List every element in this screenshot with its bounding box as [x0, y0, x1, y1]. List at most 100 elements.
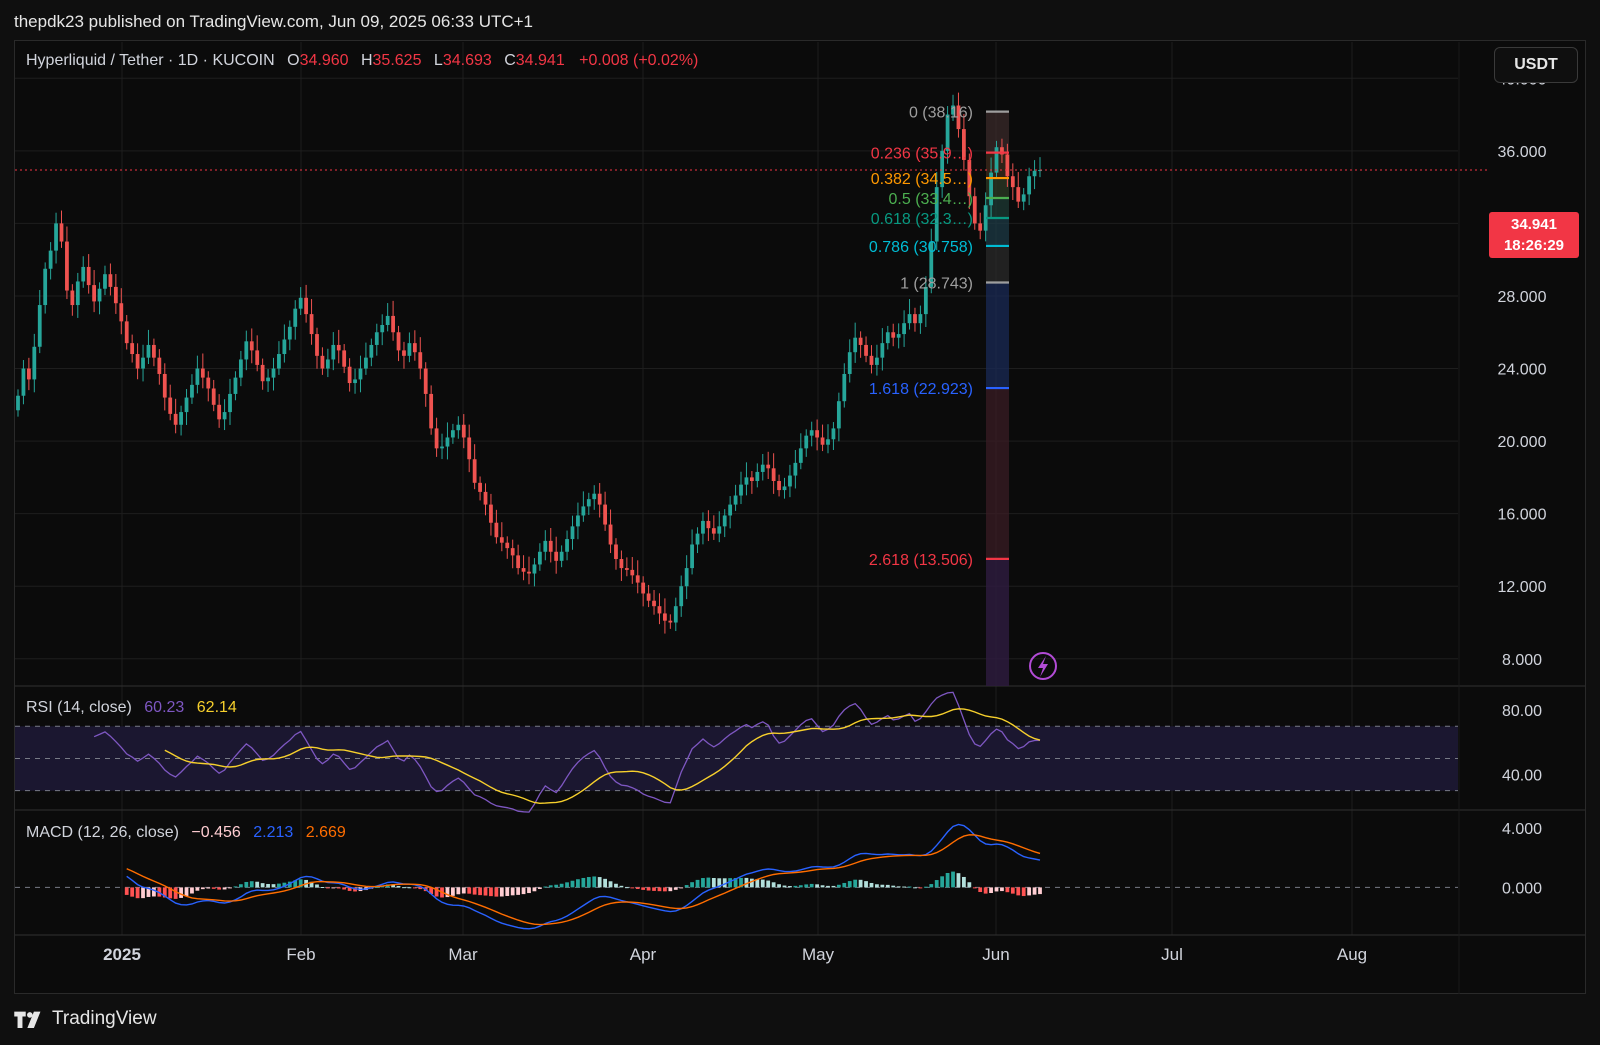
candle-body	[271, 368, 276, 378]
time-axis-label: Jun	[982, 945, 1009, 964]
candle-body	[374, 332, 379, 345]
candle-body	[152, 344, 156, 358]
macd-histogram-bar	[467, 887, 472, 894]
candle-body	[690, 544, 694, 569]
candle-body	[896, 334, 901, 338]
candle-body	[782, 486, 787, 491]
candle-body	[483, 491, 488, 505]
candle-body	[282, 339, 287, 355]
macd-histogram-bar	[200, 887, 205, 890]
footer-brand-name: TradingView	[52, 1008, 157, 1029]
macd-histogram-bar	[836, 884, 841, 888]
macd-histogram-bar	[929, 884, 934, 888]
macd-legend: MACD (12, 26, close) −0.456 2.213 2.669	[26, 824, 348, 842]
candle-body	[744, 477, 749, 485]
candle-body	[592, 493, 597, 500]
fib-level-label: 1 (28.743)	[900, 275, 973, 292]
candle-body	[771, 468, 776, 482]
macd-histogram-bar	[695, 879, 700, 888]
open-label: O	[287, 52, 300, 69]
macd-histogram-bar	[124, 887, 129, 895]
candle-body	[673, 606, 678, 623]
candle-body	[418, 352, 423, 369]
candle-body	[668, 620, 673, 623]
macd-histogram-bar	[499, 887, 504, 897]
candle-body	[788, 475, 792, 487]
price-tick-label: 28.000	[1498, 289, 1547, 306]
candle-body	[315, 334, 319, 356]
fib-band	[986, 245, 1009, 283]
candle-body	[1016, 187, 1021, 202]
macd-histogram-bar	[956, 873, 961, 888]
candle-body	[472, 459, 477, 483]
macd-histogram-bar	[864, 881, 868, 888]
macd-histogram-bar	[325, 887, 330, 889]
candle-body	[141, 357, 145, 369]
candle-body	[190, 384, 194, 398]
macd-histogram-bar	[706, 877, 711, 888]
candle-body	[293, 308, 298, 327]
macd-histogram-bar	[766, 880, 771, 888]
candle-body	[331, 344, 336, 360]
macd-histogram-bar	[206, 887, 211, 889]
candle-body	[527, 571, 531, 574]
fib-band	[986, 217, 1009, 246]
candle-body	[97, 288, 102, 302]
macd-histogram-bar	[396, 885, 401, 888]
macd-histogram-bar	[342, 887, 347, 890]
macd-histogram-bar	[896, 886, 901, 888]
candle-body	[695, 533, 700, 545]
macd-histogram-bar	[804, 884, 809, 888]
candle-body	[32, 346, 37, 380]
macd-histogram-bar	[543, 886, 548, 888]
candle-body	[728, 504, 733, 516]
candle-body	[445, 437, 450, 447]
candle-body	[657, 606, 662, 614]
change-value: +0.008 (+0.02%)	[579, 52, 699, 69]
candle-body	[255, 350, 260, 365]
price-chart[interactable]: 40.00036.00032.00028.00024.00020.00016.0…	[0, 0, 1600, 1045]
footer-brand[interactable]: TradingView	[14, 1008, 157, 1030]
macd-histogram-bar	[315, 884, 319, 888]
candle-body	[869, 355, 874, 365]
time-axis-label: Feb	[286, 945, 315, 964]
macd-histogram-bar	[679, 887, 684, 889]
macd-histogram-bar	[1000, 887, 1004, 892]
candle-body	[195, 368, 200, 385]
candle-body	[369, 344, 374, 358]
candle-body	[135, 354, 140, 369]
candle-body	[124, 321, 129, 344]
candle-body	[1027, 176, 1032, 195]
candle-body	[516, 555, 521, 569]
candle-body	[75, 281, 80, 306]
macd-histogram-bar	[489, 887, 493, 897]
candle-body	[875, 357, 879, 365]
candle-body	[521, 568, 526, 572]
currency-button[interactable]: USDT	[1494, 47, 1578, 83]
candle-body	[108, 274, 113, 287]
candle-body	[663, 613, 667, 621]
fib-level-label: 0.382 (34.5…)	[871, 171, 973, 188]
candle-body	[559, 551, 564, 561]
candle-body	[537, 551, 542, 565]
macd-histogram-bar	[320, 886, 325, 888]
macd-hist-value: −0.456	[191, 824, 241, 841]
candle-body	[777, 481, 781, 491]
macd-histogram-bar	[826, 885, 830, 888]
candle-body	[244, 341, 249, 360]
price-tick-label: 16.000	[1498, 507, 1547, 524]
candle-body	[233, 377, 238, 394]
macd-histogram-bar	[141, 887, 145, 899]
symbol-legend: Hyperliquid / Tether · 1D · KUCOIN O34.9…	[26, 52, 700, 70]
candle-body	[54, 223, 58, 251]
candle-body	[146, 344, 151, 358]
candle-body	[157, 357, 162, 374]
low-value: 34.693	[442, 52, 492, 69]
macd-histogram-bar	[820, 885, 825, 888]
low-label: L	[433, 52, 443, 69]
macd-histogram-bar	[885, 884, 890, 888]
macd-histogram-bar	[266, 883, 270, 888]
candle-body	[1005, 154, 1010, 177]
candle-body	[119, 303, 124, 322]
macd-histogram-bar	[249, 881, 254, 888]
